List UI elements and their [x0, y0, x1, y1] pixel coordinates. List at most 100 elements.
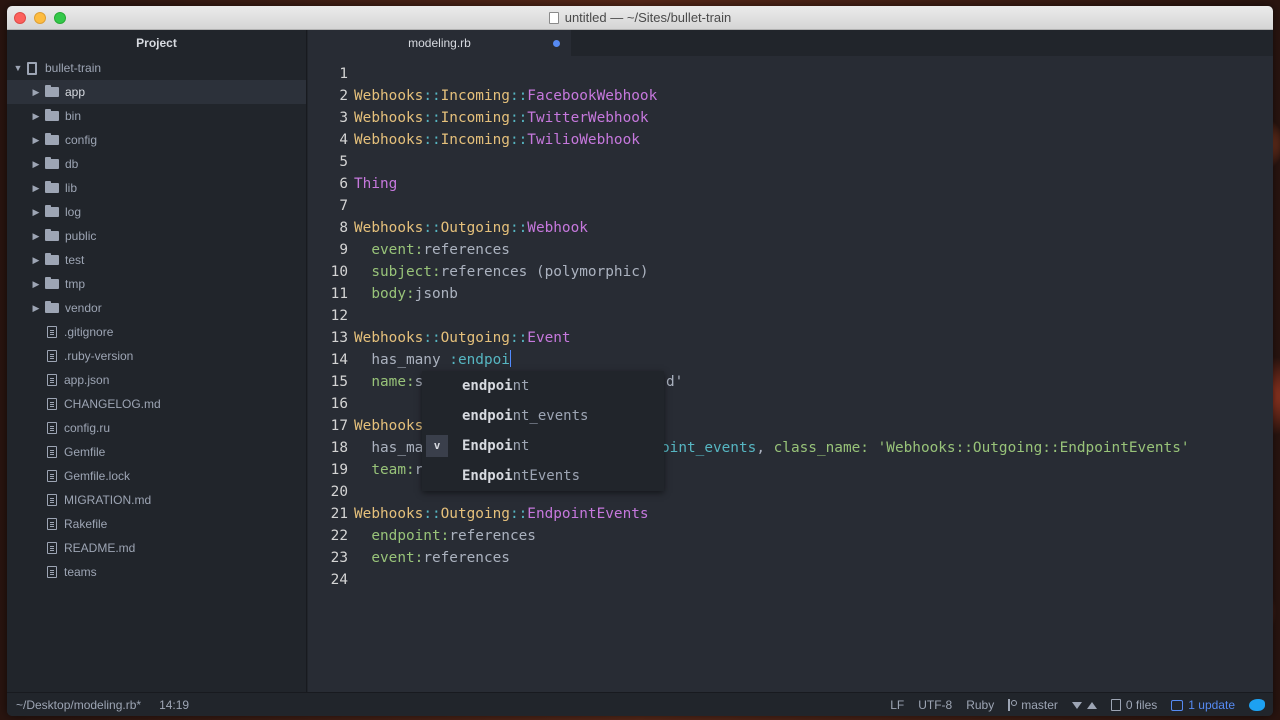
status-update-label: 1 update: [1188, 698, 1235, 712]
autocomplete-rest: nt: [512, 438, 530, 454]
title-bar: untitled — ~/Sites/bullet-train: [7, 6, 1273, 30]
file-icon: [47, 398, 57, 410]
autocomplete-item[interactable]: endpoi nt: [422, 371, 664, 401]
folder-icon: [45, 181, 59, 193]
chevron-right-icon: ▶: [32, 254, 40, 265]
tree-root[interactable]: ▼ bullet-train: [7, 56, 306, 80]
tree-file-label: Gemfile.lock: [64, 469, 131, 483]
tree-folder-label: app: [65, 85, 86, 99]
document-icon: [548, 11, 559, 24]
tree-file[interactable]: teams: [7, 560, 306, 584]
tree-file[interactable]: .gitignore: [7, 320, 306, 344]
window-title-group: untitled — ~/Sites/bullet-train: [548, 10, 731, 25]
autocomplete-rest: nt: [512, 378, 530, 394]
tree-folder-bin[interactable]: ▶ bin: [7, 104, 306, 128]
tree-file[interactable]: app.json: [7, 368, 306, 392]
line-number: 16: [330, 396, 348, 412]
code-line[interactable]: [354, 195, 1273, 217]
code-line[interactable]: subject:references (polymorphic): [354, 261, 1273, 283]
twitter-bird-icon[interactable]: [1249, 699, 1265, 711]
status-grammar[interactable]: Ruby: [966, 698, 994, 712]
tree-file[interactable]: .ruby-version: [7, 344, 306, 368]
tree-file-label: .gitignore: [64, 325, 114, 339]
tab-label: modeling.rb: [408, 36, 471, 50]
status-file-path[interactable]: ~/Desktop/modeling.rb*: [16, 698, 141, 712]
autocomplete-item[interactable]: v Endpoi nt: [422, 431, 664, 461]
tree-file[interactable]: CHANGELOG.md: [7, 392, 306, 416]
tree-folder-label: config: [65, 133, 98, 147]
code-line[interactable]: event:references: [354, 547, 1273, 569]
tree-folder-tmp[interactable]: ▶ tmp: [7, 272, 306, 296]
minimize-window-button[interactable]: [34, 12, 46, 24]
autocomplete-popup: endpoi nt endpoi nt_events v Endpoi nt Endpoi nt…: [422, 371, 664, 491]
code-line[interactable]: endpoint:references: [354, 525, 1273, 547]
line-number: 6: [339, 176, 348, 192]
file-icon: [47, 350, 57, 362]
tab-modeling-rb[interactable]: modeling.rb: [308, 30, 571, 56]
tree-file[interactable]: README.md: [7, 536, 306, 560]
pull-arrow-icon: [1071, 701, 1082, 709]
autocomplete-match: Endpoi: [462, 468, 513, 484]
status-update[interactable]: 1 update: [1171, 698, 1235, 712]
folder-icon: [45, 229, 59, 241]
modified-indicator-icon[interactable]: [553, 40, 560, 47]
status-line-ending[interactable]: LF: [890, 698, 904, 712]
line-number: 21: [330, 506, 348, 522]
tree-file-label: .ruby-version: [64, 349, 134, 363]
line-number: 5: [339, 154, 348, 170]
status-cursor-position[interactable]: 14:19: [159, 698, 189, 712]
tree-file[interactable]: Rakefile: [7, 512, 306, 536]
maximize-window-button[interactable]: [54, 12, 66, 24]
code-line[interactable]: [354, 569, 1273, 591]
tree-folder-db[interactable]: ▶ db: [7, 152, 306, 176]
code-line[interactable]: [354, 151, 1273, 173]
autocomplete-item[interactable]: endpoi nt_events: [422, 401, 664, 431]
tree-folder-label: tmp: [65, 277, 86, 291]
status-branch[interactable]: master: [1008, 698, 1058, 712]
tree-file[interactable]: Gemfile: [7, 440, 306, 464]
code-line[interactable]: Webhooks::Incoming::TwitterWebhook: [354, 107, 1273, 129]
autocomplete-rest: ntEvents: [512, 468, 581, 484]
editor-window: untitled — ~/Sites/bullet-train Project …: [7, 6, 1273, 716]
code-line[interactable]: Webhooks::Outgoing::Event: [354, 327, 1273, 349]
tree-file[interactable]: MIGRATION.md: [7, 488, 306, 512]
code-line[interactable]: Webhooks::Incoming::FacebookWebhook: [354, 85, 1273, 107]
tree-file-label: config.ru: [64, 421, 111, 435]
tree-file[interactable]: Gemfile.lock: [7, 464, 306, 488]
code-line[interactable]: body:jsonb: [354, 283, 1273, 305]
code-line[interactable]: Thing: [354, 173, 1273, 195]
tree-file[interactable]: config.ru: [7, 416, 306, 440]
status-encoding[interactable]: UTF-8: [918, 698, 952, 712]
tree-folder-app[interactable]: ▶ app: [7, 80, 306, 104]
autocomplete-item[interactable]: Endpoi ntEvents: [422, 461, 664, 491]
code-line[interactable]: [354, 63, 1273, 85]
autocomplete-match: endpoi: [462, 408, 513, 424]
tree-folder-public[interactable]: ▶ public: [7, 224, 306, 248]
sidebar-header: Project: [136, 36, 177, 50]
file-icon: [47, 494, 57, 506]
code-line[interactable]: has_many :endpoi: [354, 349, 1273, 371]
tree-folder-config[interactable]: ▶ config: [7, 128, 306, 152]
code-line[interactable]: Webhooks::Outgoing::EndpointEvents: [354, 503, 1273, 525]
status-push-pull[interactable]: [1071, 701, 1097, 709]
code-line[interactable]: [354, 305, 1273, 327]
tree-root-label: bullet-train: [45, 61, 102, 75]
tree-file-label: teams: [64, 565, 97, 579]
status-files[interactable]: 0 files: [1110, 698, 1157, 712]
autocomplete-rest: nt_events: [512, 408, 589, 424]
tree-folder-lib[interactable]: ▶ lib: [7, 176, 306, 200]
tree-folder-test[interactable]: ▶ test: [7, 248, 306, 272]
editor-pane: modeling.rb 1 2 3 4 5 6 7 8 9 10 11 12 13 14 15 16 17 18 1…: [308, 30, 1273, 692]
file-tree: ▼ bullet-train ▶ app ▶ bin ▶ config ▶ db ▶ lib ▶ lo…: [7, 56, 306, 584]
code-line[interactable]: Webhooks::Outgoing::Webhook: [354, 217, 1273, 239]
tree-folder-vendor[interactable]: ▶ vendor: [7, 296, 306, 320]
tree-folder-label: public: [65, 229, 97, 243]
files-icon: [1110, 699, 1121, 711]
code-line[interactable]: Webhooks::Incoming::TwilioWebhook: [354, 129, 1273, 151]
code-line[interactable]: event:references: [354, 239, 1273, 261]
folder-icon: [45, 277, 59, 289]
line-number: 24: [330, 572, 348, 588]
close-window-button[interactable]: [14, 12, 26, 24]
line-number: 4: [339, 132, 348, 148]
tree-folder-log[interactable]: ▶ log: [7, 200, 306, 224]
